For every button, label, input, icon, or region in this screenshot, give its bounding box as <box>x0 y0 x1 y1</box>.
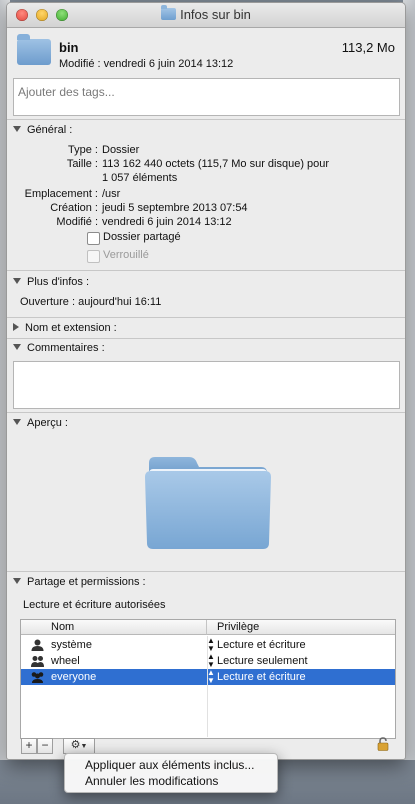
value-created: jeudi 5 septembre 2013 07:54 <box>102 202 248 214</box>
section-comments-toggle[interactable]: Commentaires : <box>13 342 105 354</box>
section-comments-title: Commentaires : <box>27 342 105 354</box>
file-name: bin <box>59 40 79 55</box>
section-sharing-toggle[interactable]: Partage et permissions : <box>13 576 146 588</box>
privilege-stepper-icon[interactable]: ▲ ▼ <box>207 653 215 669</box>
action-menu-button[interactable]: ⚙▼ <box>63 738 95 754</box>
info-window: Infos sur bin bin Modifié : vendredi 6 j… <box>6 2 406 760</box>
value-size: 113 162 440 octets (115,7 Mo sur disque)… <box>102 158 330 170</box>
disclosure-triangle-icon <box>13 419 21 425</box>
divider <box>7 571 405 572</box>
gear-icon: ⚙ <box>70 739 81 751</box>
folder-icon <box>17 34 51 65</box>
user-name: everyone <box>51 671 97 683</box>
single-user-icon <box>31 639 44 651</box>
comments-field[interactable] <box>13 361 400 409</box>
folder-icon <box>161 5 177 20</box>
permissions-table: Nom Privilège système ▲ ▼ Lecture et écri… <box>20 619 396 739</box>
column-header-name[interactable]: Nom <box>21 620 207 635</box>
add-user-button[interactable]: + <box>21 738 37 754</box>
divider <box>7 317 405 318</box>
label-location: Emplacement : <box>24 188 98 200</box>
group-icon <box>31 656 44 667</box>
menu-item-revert-changes[interactable]: Annuler les modifications <box>85 774 218 788</box>
value-type: Dossier <box>102 144 140 156</box>
user-privilege[interactable]: Lecture et écriture <box>217 637 306 653</box>
value-modified: vendredi 6 juin 2014 13:12 <box>102 216 232 228</box>
value-location: /usr <box>102 188 121 200</box>
divider <box>7 270 405 271</box>
disclosure-triangle-icon <box>13 278 21 284</box>
locked-label: Verrouillé <box>103 249 149 261</box>
section-more-info-toggle[interactable]: Plus d'infos : <box>13 276 89 288</box>
window-title: Infos sur bin <box>7 5 405 22</box>
folder-preview-icon <box>145 457 271 549</box>
label-size: Taille : <box>66 158 98 170</box>
table-row[interactable]: système ▲ ▼ Lecture et écriture <box>21 637 395 653</box>
title-bar[interactable]: Infos sur bin <box>7 3 405 28</box>
section-sharing-title: Partage et permissions : <box>27 576 146 588</box>
sharing-status: Lecture et écriture autorisées <box>23 599 166 611</box>
section-name-ext-toggle[interactable]: Nom et extension : <box>13 322 117 334</box>
shared-folder-checkbox[interactable] <box>87 232 100 245</box>
user-privilege[interactable]: Lecture et écriture <box>217 669 306 685</box>
section-name-ext-title: Nom et extension : <box>25 322 117 334</box>
info-header: bin Modifié : vendredi 6 juin 2014 13:12… <box>7 27 405 75</box>
section-preview-toggle[interactable]: Aperçu : <box>13 417 68 429</box>
label-modified: Modifié : <box>56 216 98 228</box>
table-row-selected[interactable]: everyone ▲ ▼ Lecture et écriture <box>21 669 395 685</box>
disclosure-triangle-icon <box>13 323 19 331</box>
remove-user-button[interactable]: − <box>37 738 53 754</box>
action-dropdown-menu: Appliquer aux éléments inclus... Annuler… <box>64 753 278 793</box>
column-header-privilege[interactable]: Privilège <box>207 620 395 635</box>
label-created: Création : <box>50 202 98 214</box>
lock-icon[interactable] <box>377 737 389 751</box>
user-privilege[interactable]: Lecture seulement <box>217 653 308 669</box>
tags-field[interactable]: Ajouter des tags... <box>13 78 400 116</box>
disclosure-triangle-icon <box>13 126 21 132</box>
shared-folder-label: Dossier partagé <box>103 231 181 243</box>
section-more-info-title: Plus d'infos : <box>27 276 90 288</box>
disclosure-triangle-icon <box>13 578 21 584</box>
column-divider <box>207 636 208 737</box>
chevron-down-icon: ▼ <box>80 743 88 750</box>
file-size: 113,2 Mo <box>341 40 395 55</box>
modified-date: Modifié : vendredi 6 juin 2014 13:12 <box>59 58 234 70</box>
section-general-toggle[interactable]: Général : <box>13 124 72 136</box>
value-item-count: 1 057 éléments <box>102 172 178 184</box>
window-title-text: Infos sur bin <box>180 7 251 22</box>
locked-checkbox[interactable] <box>87 250 100 263</box>
table-row[interactable]: wheel ▲ ▼ Lecture seulement <box>21 653 395 669</box>
menu-item-apply-to-enclosed[interactable]: Appliquer aux éléments inclus... <box>85 758 254 772</box>
privilege-stepper-icon[interactable]: ▲ ▼ <box>207 637 215 653</box>
privilege-stepper-icon[interactable]: ▲ ▼ <box>207 669 215 685</box>
tags-placeholder: Ajouter des tags... <box>18 85 115 99</box>
disclosure-triangle-icon <box>13 344 21 350</box>
user-name: système <box>51 639 92 651</box>
user-name: wheel <box>51 655 80 667</box>
label-type: Type : <box>68 144 98 156</box>
divider <box>7 338 405 339</box>
everyone-icon <box>31 672 44 683</box>
divider <box>7 412 405 413</box>
section-general-title: Général : <box>27 124 73 136</box>
section-preview-title: Aperçu : <box>27 417 68 429</box>
general-details: Type : Dossier Taille : 113 162 440 octe… <box>7 144 405 234</box>
divider <box>7 119 405 120</box>
last-opened: Ouverture : aujourd'hui 16:11 <box>20 296 162 308</box>
